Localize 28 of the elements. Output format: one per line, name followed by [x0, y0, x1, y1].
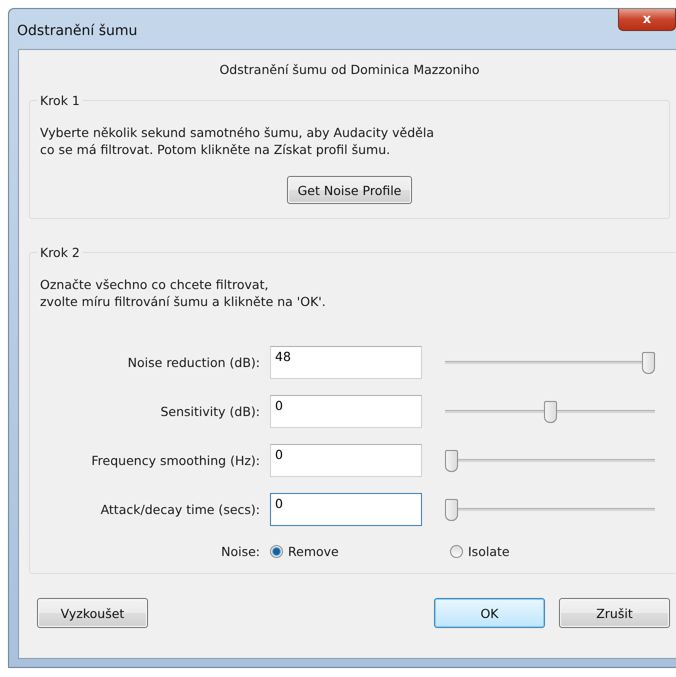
- setting-label: Attack/decay time (secs):: [100, 502, 260, 517]
- setting-field[interactable]: 0: [270, 395, 422, 428]
- setting-label: Noise reduction (dB):: [126, 355, 260, 370]
- dialog-button[interactable]: Zrušit: [559, 598, 670, 628]
- instructions-text: Vyberte několik sekund samotného šumu, aby Audacity věděla co se má filtrovat. Potom klikněte na Získat profil šumu.: [40, 124, 435, 158]
- dialog-button[interactable]: Vyzkoušet: [37, 598, 148, 628]
- radio-option[interactable]: Remove: [270, 544, 422, 559]
- radio-option[interactable]: Isolate: [450, 544, 668, 559]
- group-title: Krok 1: [39, 93, 81, 108]
- slider-thumb[interactable]: [445, 450, 458, 472]
- slider-thumb[interactable]: [642, 352, 655, 374]
- radio-icon[interactable]: [450, 545, 463, 558]
- get-noise-profile-button[interactable]: Get Noise Profile: [286, 176, 412, 204]
- setting-label: Frequency smoothing (Hz):: [90, 453, 260, 468]
- dialog-button[interactable]: OK: [434, 598, 545, 628]
- setting-field[interactable]: 0: [270, 493, 422, 526]
- radio-icon[interactable]: [270, 545, 283, 558]
- group-title: Krok 2: [39, 245, 81, 260]
- setting-field[interactable]: 48: [270, 346, 422, 379]
- slider-thumb[interactable]: [544, 400, 556, 422]
- setting-label: Sensitivity (dB):: [159, 404, 260, 419]
- setting-field[interactable]: 0: [270, 444, 422, 477]
- slider-thumb[interactable]: [445, 498, 458, 520]
- close-button[interactable]: x: [618, 9, 676, 31]
- dialog-heading: Odstranění šumu od Dominica Mazzoniho: [218, 62, 481, 77]
- window-title: Odstranění šumu: [17, 23, 138, 39]
- noise-label: Noise:: [220, 544, 260, 559]
- instructions-text: Označte všechno co chcete filtrovat, zvolte míru filtrování šumu a klikněte na 'OK'.: [40, 276, 327, 310]
